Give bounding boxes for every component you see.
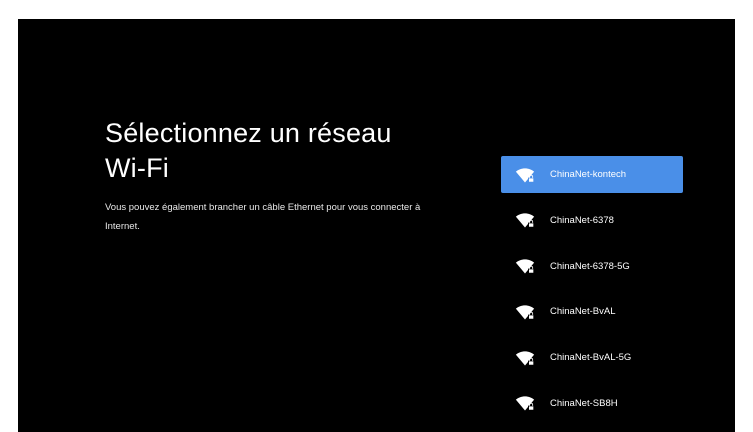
- network-label: ChinaNet-6378-5G: [550, 260, 630, 272]
- wifi-lock-icon: [515, 305, 535, 320]
- network-item-chinanet-bval-5g[interactable]: ChinaNet-BvAL-5G: [501, 339, 683, 376]
- network-item-chinanet-6378-5g[interactable]: ChinaNet-6378-5G: [501, 248, 683, 285]
- wifi-lock-icon: [515, 259, 535, 274]
- tv-setup-screen: Sélectionnez un réseau Wi-Fi Vous pouvez…: [18, 19, 735, 432]
- network-label: ChinaNet-BvAL-5G: [550, 352, 632, 364]
- page-subtitle: Vous pouvez également brancher un câble …: [105, 202, 421, 232]
- wifi-lock-icon: [515, 213, 535, 229]
- network-item-chinanet-bval[interactable]: ChinaNet-BvAL: [501, 293, 683, 330]
- network-list: ChinaNet-kontech ChinaNet-6378 ChinaNet-…: [501, 156, 683, 431]
- header-panel: Sélectionnez un réseau Wi-Fi Vous pouvez…: [105, 116, 435, 236]
- network-label: ChinaNet-SB8H: [550, 397, 618, 409]
- wifi-lock-icon: [515, 396, 535, 412]
- network-item-chinanet-sb8h[interactable]: ChinaNet-SB8H: [501, 385, 683, 422]
- network-item-chinanet-kontech[interactable]: ChinaNet-kontech: [501, 156, 683, 193]
- network-item-chinanet-6378[interactable]: ChinaNet-6378: [501, 202, 683, 239]
- network-label: ChinaNet-kontech: [550, 169, 627, 180]
- page-title: Sélectionnez un réseau Wi-Fi: [105, 118, 392, 183]
- wifi-lock-icon: [515, 167, 535, 183]
- wifi-lock-icon: [515, 351, 535, 366]
- network-label: ChinaNet-BvAL: [550, 306, 616, 318]
- network-label: ChinaNet-6378: [550, 214, 614, 226]
